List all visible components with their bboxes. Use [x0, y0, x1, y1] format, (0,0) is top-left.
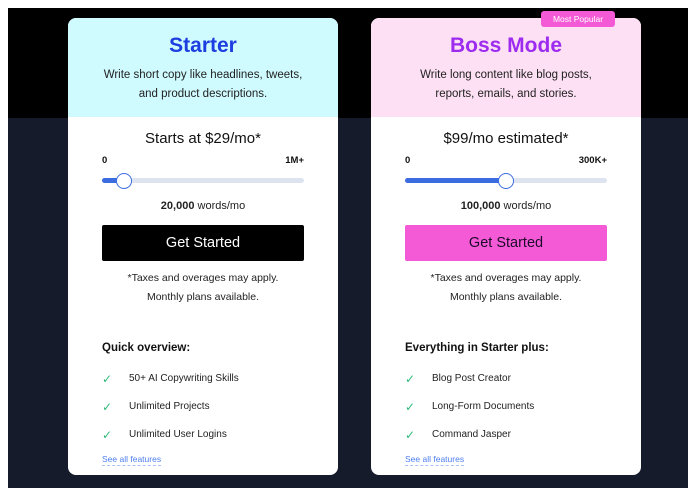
- boss-range-min: 0: [405, 155, 411, 166]
- starter-plan-card: Starter Write short copy like headlines,…: [68, 18, 338, 475]
- boss-card-header: Boss Mode Write long content like blog p…: [371, 18, 641, 117]
- starter-get-started-button[interactable]: Get Started: [102, 225, 304, 261]
- boss-note: *Taxes and overages may apply. Monthly p…: [371, 269, 641, 307]
- feature-label: 50+ AI Copywriting Skills: [129, 373, 239, 384]
- feature-item: ✓ Command Jasper: [405, 421, 607, 449]
- feature-label: Command Jasper: [432, 429, 511, 440]
- most-popular-badge: Most Popular: [541, 11, 615, 27]
- slider-thumb[interactable]: [116, 173, 133, 189]
- check-icon: ✓: [405, 400, 416, 414]
- boss-words-per-month: 100,000 words/mo: [371, 199, 641, 213]
- slider-fill: [405, 178, 506, 183]
- starter-words-slider[interactable]: [102, 173, 304, 189]
- starter-note-line1: *Taxes and overages may apply.: [127, 272, 279, 284]
- feature-item: ✓ 50+ AI Copywriting Skills: [102, 365, 304, 393]
- starter-words-unit: words/mo: [194, 200, 246, 212]
- starter-words-value: 20,000: [160, 200, 195, 212]
- feature-label: Unlimited User Logins: [129, 429, 227, 440]
- starter-price: Starts at $29/mo*: [145, 130, 261, 147]
- feature-label: Unlimited Projects: [129, 401, 210, 412]
- feature-label: Blog Post Creator: [432, 373, 511, 384]
- slider-track: [102, 178, 304, 183]
- feature-item: ✓ Unlimited User Logins: [102, 421, 304, 449]
- check-icon: ✓: [405, 372, 416, 386]
- check-icon: ✓: [102, 400, 113, 414]
- boss-plan-name: Boss Mode: [449, 34, 562, 57]
- boss-features-title: Everything in Starter plus:: [405, 342, 549, 354]
- starter-plan-description: Write short copy like headlines, tweets,…: [103, 69, 303, 100]
- boss-see-all-features-link[interactable]: See all features: [405, 453, 465, 466]
- check-icon: ✓: [102, 428, 113, 442]
- boss-words-value: 100,000: [460, 200, 501, 212]
- starter-note: *Taxes and overages may apply. Monthly p…: [68, 269, 338, 307]
- feature-item: ✓ Unlimited Projects: [102, 393, 304, 421]
- boss-get-started-button[interactable]: Get Started: [405, 225, 607, 261]
- feature-label: Long-Form Documents: [432, 401, 535, 412]
- starter-words-per-month: 20,000 words/mo: [68, 199, 338, 213]
- starter-range-labels: 0 1M+: [102, 155, 304, 169]
- starter-plan-name: Starter: [169, 34, 237, 57]
- boss-feature-list: ✓ Blog Post Creator ✓ Long-Form Documents …: [371, 365, 641, 449]
- starter-card-header: Starter Write short copy like headlines,…: [68, 18, 338, 117]
- boss-range-max: 300K+: [578, 155, 607, 166]
- boss-price: $99/mo estimated*: [443, 130, 569, 147]
- slider-thumb[interactable]: [498, 173, 514, 189]
- boss-note-line1: *Taxes and overages may apply.: [430, 272, 582, 284]
- boss-note-line2: Monthly plans available.: [449, 291, 563, 303]
- feature-item: ✓ Long-Form Documents: [405, 393, 607, 421]
- boss-mode-plan-card: Boss Mode Write long content like blog p…: [371, 18, 641, 475]
- boss-range-labels: 0 300K+: [405, 155, 607, 169]
- check-icon: ✓: [102, 372, 113, 386]
- starter-see-all-features-link[interactable]: See all features: [102, 453, 162, 466]
- feature-item: ✓ Blog Post Creator: [405, 365, 607, 393]
- check-icon: ✓: [405, 428, 416, 442]
- starter-range-min: 0: [102, 155, 108, 166]
- boss-plan-description: Write long content like blog posts, repo…: [420, 69, 592, 100]
- starter-note-line2: Monthly plans available.: [146, 291, 260, 303]
- starter-features-title: Quick overview:: [102, 342, 191, 354]
- boss-words-unit: words/mo: [500, 200, 552, 212]
- pricing-section: Starter Write short copy like headlines,…: [8, 8, 688, 488]
- starter-feature-list: ✓ 50+ AI Copywriting Skills ✓ Unlimited Pr…: [68, 365, 338, 449]
- boss-words-slider[interactable]: [405, 173, 607, 189]
- starter-range-max: 1M+: [285, 155, 304, 166]
